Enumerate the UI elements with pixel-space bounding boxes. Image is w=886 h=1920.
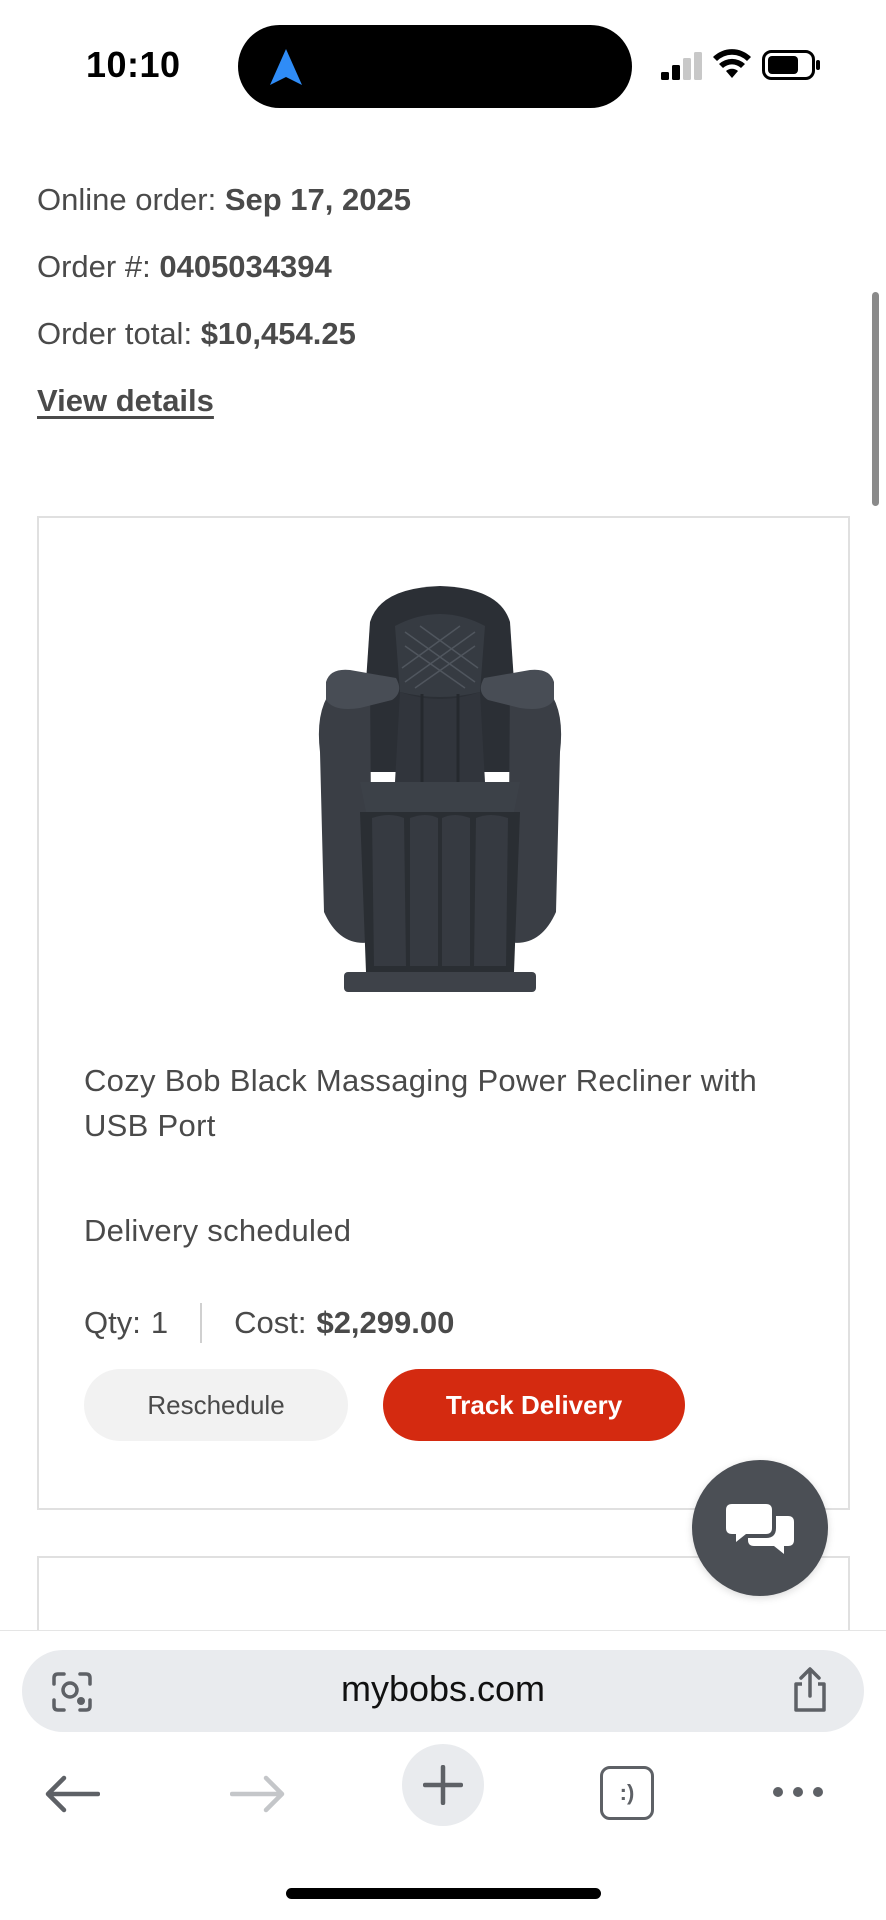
order-number-label: Order #: — [37, 249, 151, 284]
tabs-button[interactable]: :) — [600, 1766, 654, 1820]
order-total-label: Order total: — [37, 316, 193, 351]
cellular-signal-icon — [661, 52, 702, 80]
qty-divider — [200, 1303, 203, 1343]
arrow-right-icon[interactable] — [230, 1774, 286, 1814]
new-tab-button[interactable] — [402, 1744, 484, 1826]
cost-label: Cost: — [234, 1305, 307, 1340]
product-image[interactable] — [300, 582, 580, 994]
delivery-status: Delivery scheduled — [84, 1213, 352, 1248]
tabs-glyph: :) — [619, 1780, 635, 1805]
order-date-value: Sep 17, 2025 — [224, 182, 411, 217]
status-time: 10:10 — [86, 44, 181, 85]
order-total: Order total: $10,454.25 — [37, 316, 356, 352]
order-date: Online order: Sep 17, 2025 — [37, 182, 411, 218]
qty-value: 1 — [150, 1305, 169, 1340]
order-number-value: 0405034394 — [159, 249, 332, 284]
share-icon[interactable] — [788, 1666, 832, 1714]
chat-bubbles-icon — [726, 1504, 794, 1554]
scrollbar[interactable] — [872, 292, 879, 506]
arrow-left-icon[interactable] — [44, 1774, 100, 1814]
product-name[interactable]: Cozy Bob Black Massaging Power Recliner … — [84, 1058, 804, 1148]
cost-value: $2,299.00 — [316, 1305, 455, 1340]
qty-cost-row: Qty: 1 Cost: $2,299.00 — [84, 1303, 454, 1343]
order-total-value: $10,454.25 — [200, 316, 356, 351]
order-date-label: Online order: — [37, 182, 217, 217]
track-delivery-button[interactable]: Track Delivery — [383, 1369, 685, 1441]
reschedule-button[interactable]: Reschedule — [84, 1369, 348, 1441]
qty-label: Qty: — [84, 1305, 141, 1340]
url-text[interactable]: mybobs.com — [0, 1668, 886, 1710]
view-details-link[interactable]: View details — [37, 383, 214, 419]
order-number: Order #: 0405034394 — [37, 249, 332, 285]
chat-button[interactable] — [692, 1460, 828, 1596]
dynamic-island — [238, 25, 632, 108]
wifi-icon — [713, 49, 751, 78]
ellipsis-icon[interactable] — [770, 1780, 826, 1804]
battery-icon — [762, 50, 820, 80]
plus-icon — [423, 1765, 463, 1805]
status-bar: 10:10 — [0, 0, 886, 120]
home-indicator[interactable] — [286, 1888, 601, 1899]
location-arrow-icon — [270, 49, 302, 85]
